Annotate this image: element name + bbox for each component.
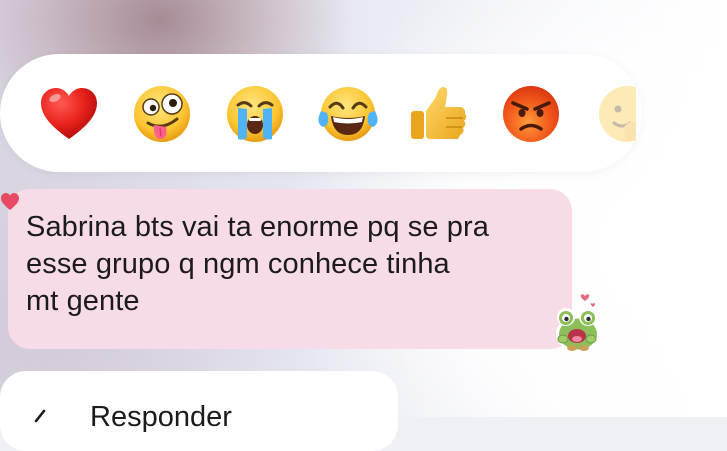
- thumbs-up-icon[interactable]: [408, 83, 470, 145]
- frog-sticker-icon: [552, 290, 604, 354]
- message-bubble[interactable]: Sabrina bts vai ta enorme pq se pra esse…: [8, 189, 572, 349]
- crying-face-icon[interactable]: [224, 83, 286, 145]
- angry-face-icon[interactable]: [500, 83, 562, 145]
- red-heart-icon[interactable]: [38, 83, 100, 145]
- reply-arrow-icon: [32, 403, 60, 423]
- tears-of-joy-icon[interactable]: [317, 83, 379, 145]
- more-reactions-icon[interactable]: [596, 83, 636, 145]
- message-text: Sabrina bts vai ta enorme pq se pra esse…: [26, 211, 489, 317]
- zany-face-icon[interactable]: [131, 83, 193, 145]
- context-menu: Responder: [0, 371, 398, 451]
- menu-item-reply[interactable]: Responder: [90, 401, 232, 434]
- heart-icon: [0, 192, 20, 212]
- reaction-bar: [0, 54, 642, 172]
